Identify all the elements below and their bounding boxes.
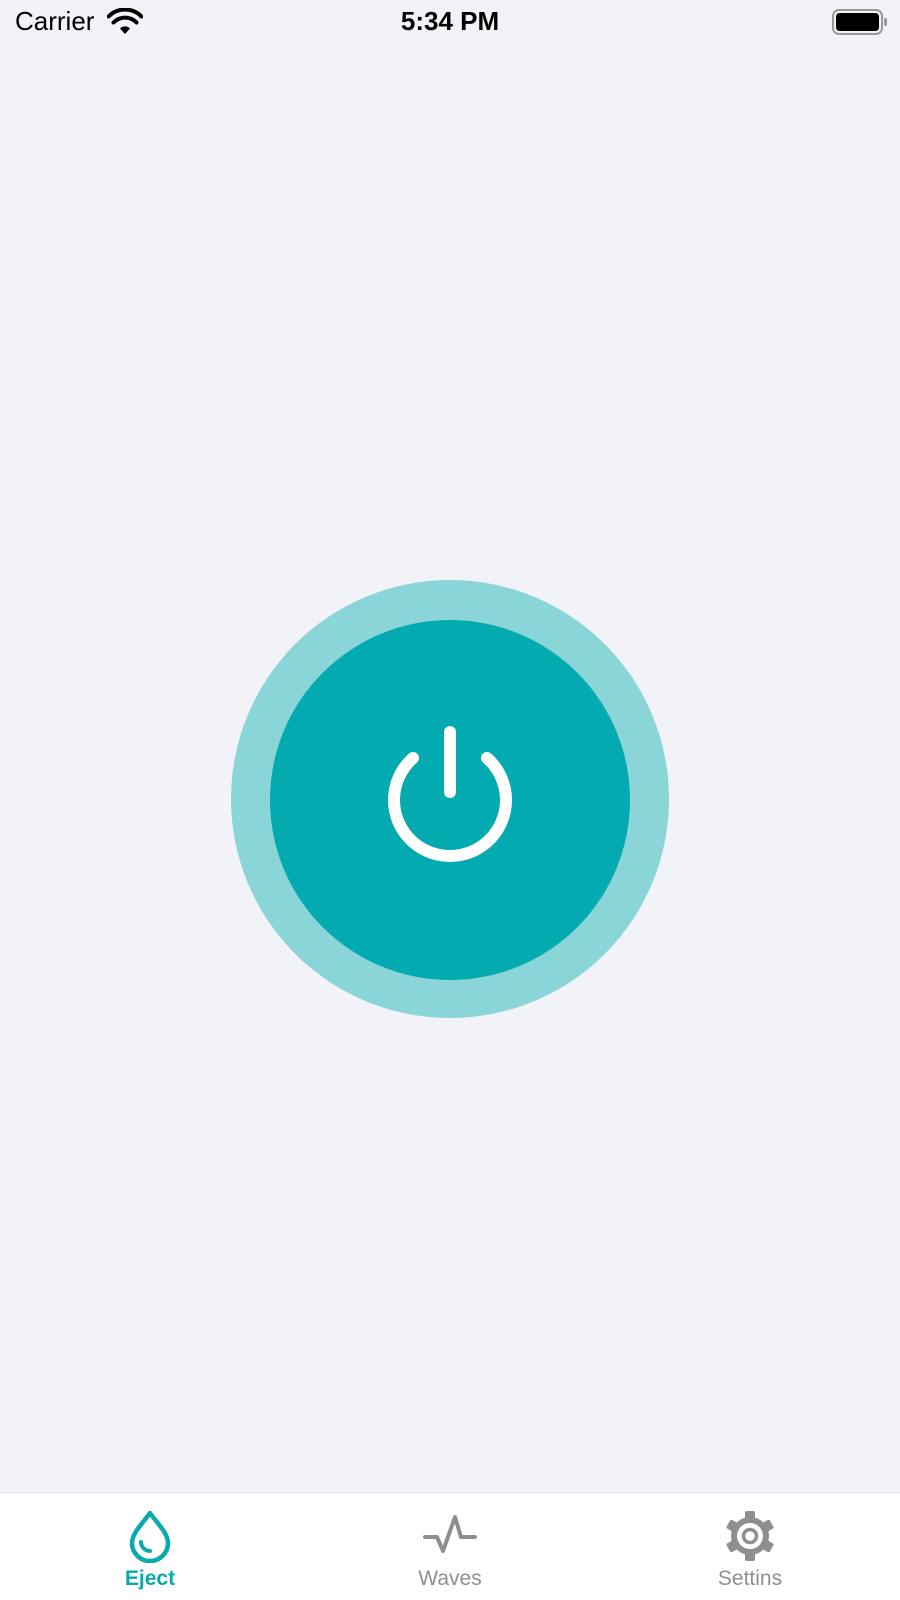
status-time: 5:34 PM bbox=[400, 6, 500, 36]
gear-icon bbox=[726, 1511, 774, 1561]
tab-settings-label: Settins bbox=[717, 1567, 783, 1590]
tab-settings[interactable]: Settins bbox=[670, 1493, 830, 1600]
screen: Carrier 5:34 PM Eject Waves Settins bbox=[0, 0, 900, 1600]
tab-eject-label: Eject bbox=[124, 1567, 176, 1590]
tab-waves[interactable]: Waves bbox=[370, 1493, 530, 1600]
water-drop-icon bbox=[129, 1510, 171, 1563]
battery-icon bbox=[832, 9, 887, 35]
tab-waves-label: Waves bbox=[418, 1567, 482, 1590]
power-icon bbox=[388, 726, 512, 863]
tab-bar: Eject Waves Settins bbox=[0, 1492, 900, 1600]
tab-eject[interactable]: Eject bbox=[70, 1493, 230, 1600]
pulse-wave-icon bbox=[423, 1515, 477, 1553]
status-bar: Carrier 5:34 PM bbox=[0, 0, 900, 48]
